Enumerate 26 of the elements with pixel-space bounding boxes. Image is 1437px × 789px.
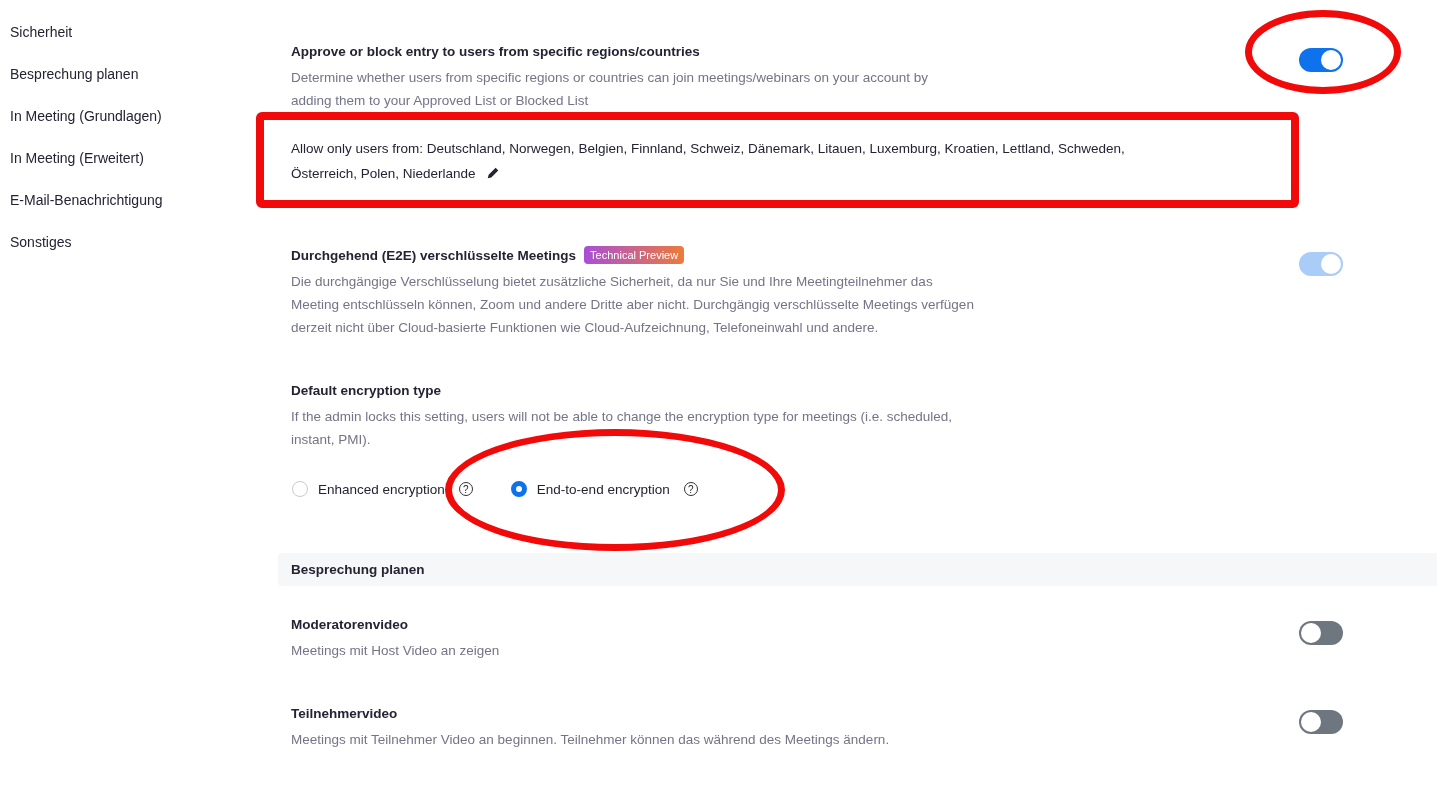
setting-title: Default encryption type: [291, 382, 442, 398]
option-label[interactable]: Enhanced encryption: [318, 481, 445, 497]
setting-description: Die durchgängige Verschlüsselung bietet zusätzliche Sicherheit, da nur Sie und Ihre Meetingteilnehmer das Meeting entschlüsseln können, Zoom und andere Dritte aber nicht. Durchgängig verschlüsselte Meetings verfügen derzeit nicht über Cloud-basierte Funktionen wie Cloud-Aufzeichnung, Telefoneinwahl und andere.: [291, 273, 975, 337]
preview-badge: Technical Preview: [584, 246, 685, 264]
section-header: Besprechung planen: [278, 553, 1437, 586]
sidebar-item[interactable]: In Meeting (Grundlagen): [10, 106, 162, 126]
sidebar-item[interactable]: In Meeting (Erweitert): [10, 148, 144, 168]
setting-description: If the admin locks this setting, users will not be able to change the encryption type for meetings (i.e. scheduled, instant, PMI).: [291, 408, 954, 449]
sidebar-item[interactable]: Sicherheit: [10, 22, 73, 42]
setting-title: Approve or block entry to users from specific regions/countries: [291, 43, 700, 59]
setting-title: Moderatorenvideo: [291, 616, 409, 632]
setting-title: Durchgehend (E2E) verschlüsselte Meetings: [291, 247, 577, 263]
sidebar-item[interactable]: Besprechung planen: [10, 64, 139, 84]
toggle-switch[interactable]: [1299, 710, 1343, 734]
toggle-switch[interactable]: [1299, 48, 1343, 72]
setting-description: Determine whether users from specific regions or countries can join meetings/webinars on your account by adding them to your Approved List or Blocked List: [291, 69, 930, 110]
pencil-icon[interactable]: [485, 166, 500, 180]
toggle-switch[interactable]: [1299, 621, 1343, 645]
radio-button[interactable]: [510, 481, 527, 497]
sidebar-item[interactable]: E-Mail-Benachrichtigung: [10, 190, 163, 210]
setting-description: Meetings mit Host Video an zeigen: [291, 642, 501, 660]
sidebar-item[interactable]: Sonstiges: [10, 232, 72, 252]
setting-description: Meetings mit Teilnehmer Video an beginnen. Teilnehmer können das während des Meetings ändern.: [291, 731, 891, 749]
setting-title: Teilnehmervideo: [291, 705, 398, 721]
option-label[interactable]: End-to-end encryption: [536, 481, 670, 497]
allowed-countries-text: Allow only users from: Deutschland, Norwegen, Belgien, Finnland, Schweiz, Dänemark, Litauen, Luxemburg, Kroatien, Lettland, Schweden, Österreich, Polen, Niederlande: [291, 140, 1126, 183]
